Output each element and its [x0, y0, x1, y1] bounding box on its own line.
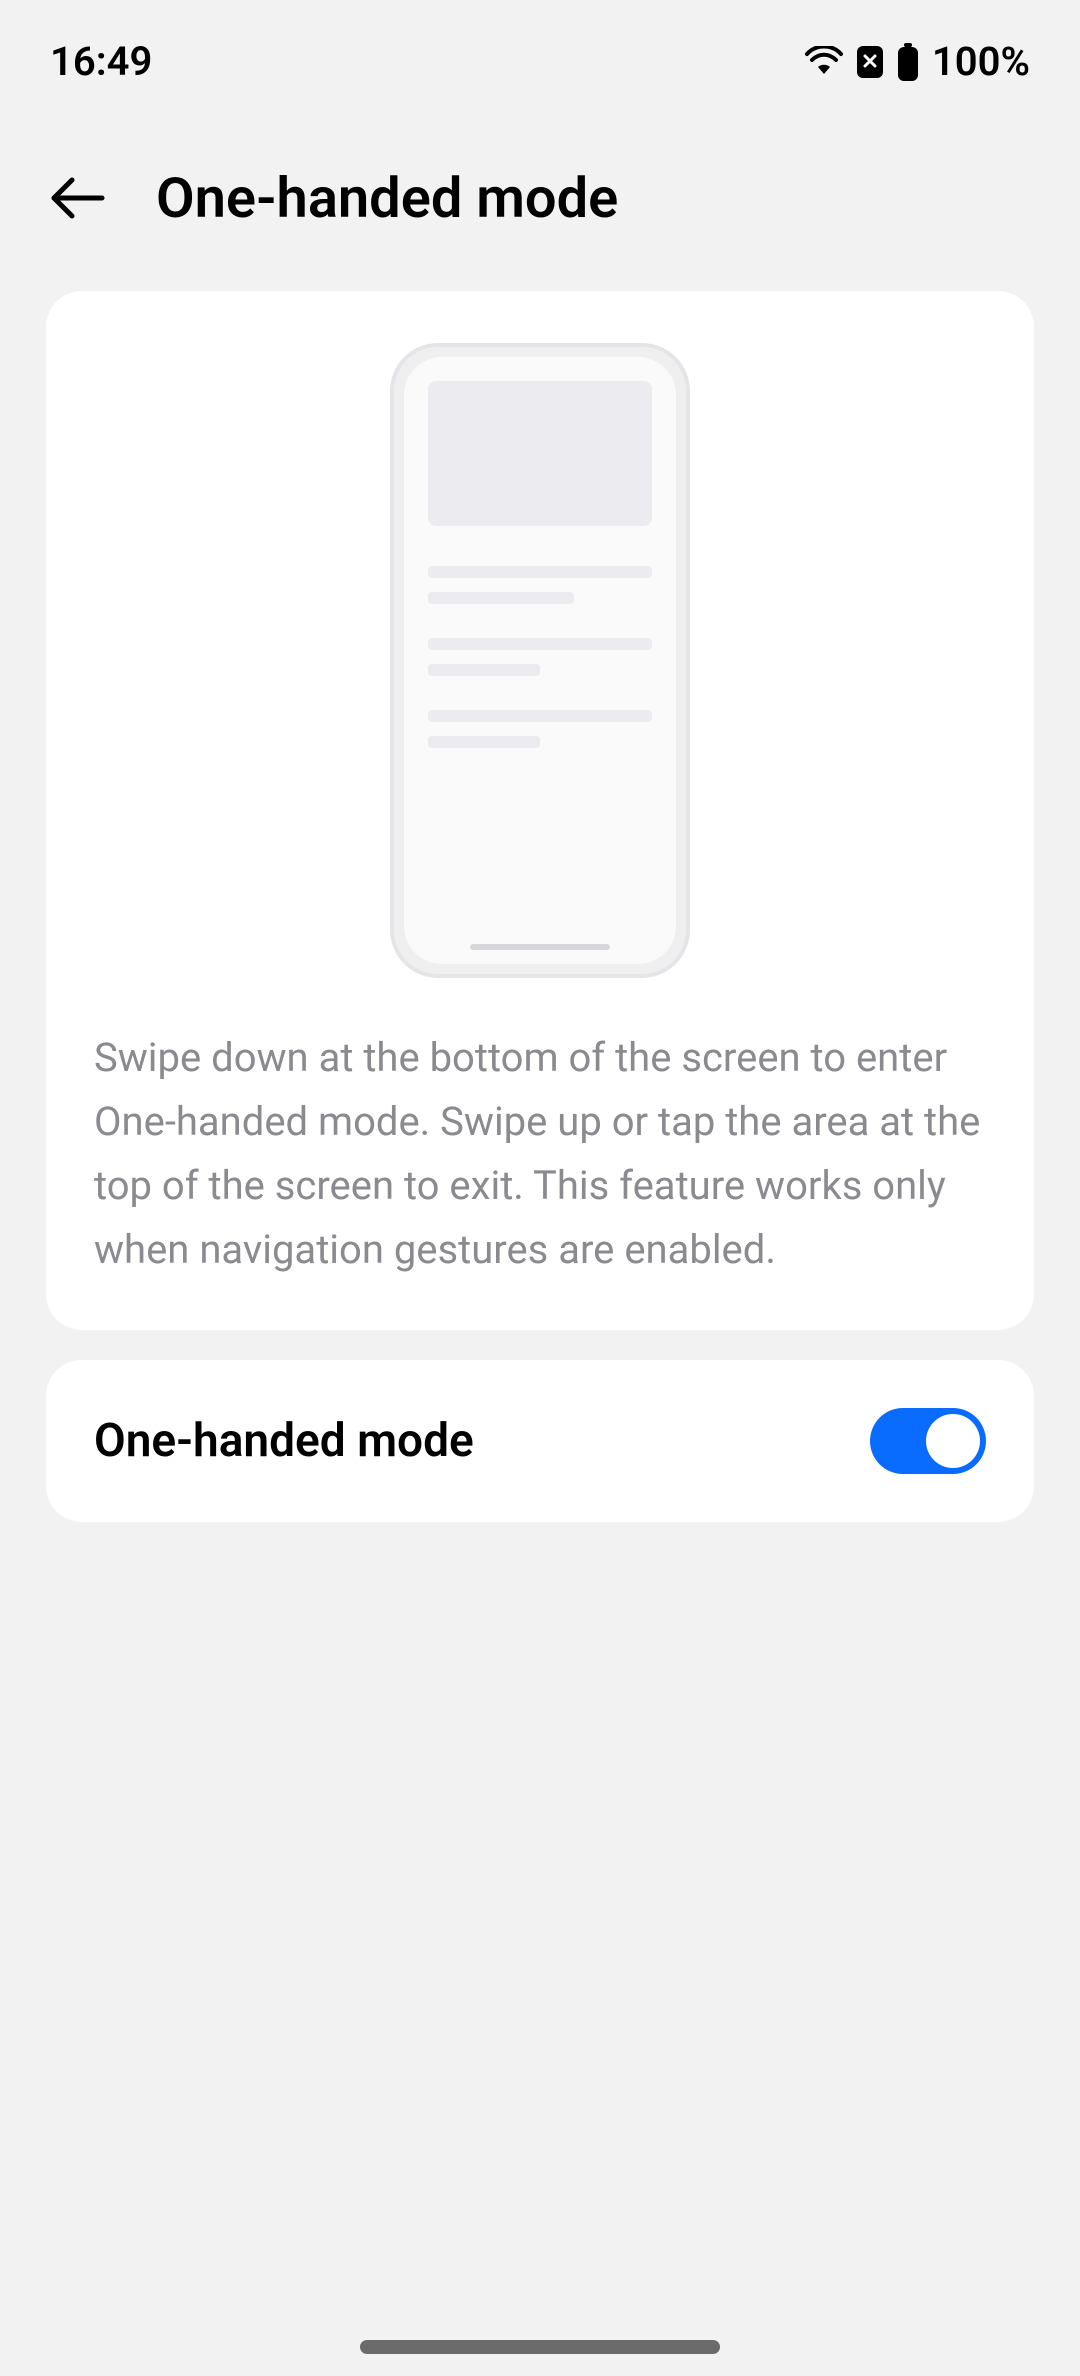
- battery-text: 100%: [932, 38, 1030, 85]
- battery-icon: [896, 43, 920, 81]
- wifi-icon: [804, 46, 844, 78]
- phone-mock: [390, 343, 690, 978]
- toggle-label: One-handed mode: [94, 1414, 474, 1468]
- header: One-handed mode: [0, 105, 1080, 291]
- toggle-row[interactable]: One-handed mode: [46, 1360, 1034, 1522]
- illustration: [94, 339, 986, 1026]
- info-card: Swipe down at the bottom of the screen t…: [46, 291, 1034, 1330]
- gesture-bar[interactable]: [360, 2340, 720, 2354]
- sim-card-icon: [856, 45, 884, 79]
- status-right: 100%: [804, 38, 1030, 85]
- back-button[interactable]: [50, 176, 106, 220]
- info-description: Swipe down at the bottom of the screen t…: [94, 1026, 986, 1282]
- page-title: One-handed mode: [156, 165, 618, 231]
- status-bar: 16:49 100%: [0, 0, 1080, 105]
- status-time: 16:49: [50, 38, 152, 85]
- one-handed-mode-switch[interactable]: [870, 1408, 986, 1474]
